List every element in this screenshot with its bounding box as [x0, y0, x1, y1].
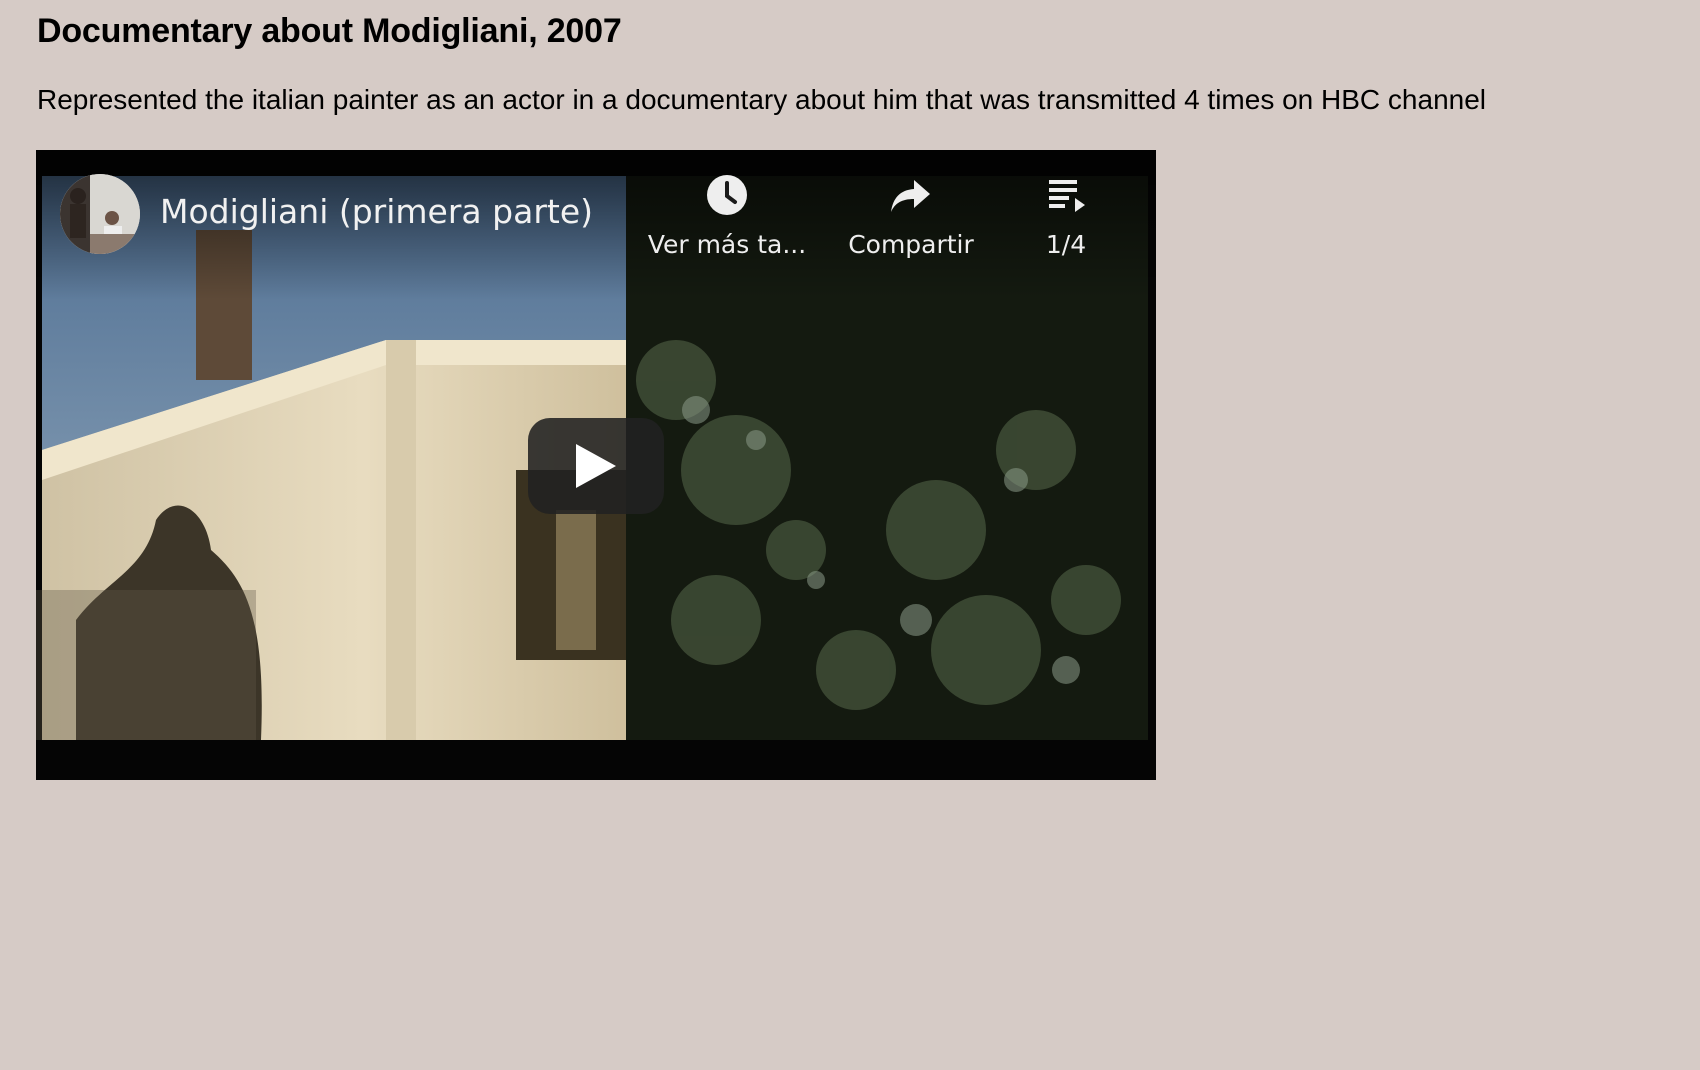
share-arrow-icon: [891, 180, 930, 212]
play-button[interactable]: [528, 418, 664, 514]
play-icon: [576, 444, 616, 488]
playlist-position: 1/4: [1045, 230, 1087, 259]
channel-avatar[interactable]: [60, 174, 140, 254]
channel-avatar-image: [60, 174, 140, 254]
video-embed[interactable]: Modigliani (primera parte) Ver más ta...…: [36, 150, 1156, 780]
video-title[interactable]: Modigliani (primera parte): [160, 192, 593, 231]
watch-later-label: Ver más ta...: [647, 230, 807, 259]
playlist-icon: [1049, 180, 1085, 212]
share-button[interactable]: Compartir: [836, 172, 986, 259]
page-description: Represented the italian painter as an ac…: [37, 84, 1487, 115]
watch-later-button[interactable]: Ver más ta...: [644, 172, 810, 259]
page: Documentary about Modigliani, 2007 Repre…: [0, 0, 1700, 1070]
playlist-button[interactable]: 1/4: [1026, 172, 1106, 259]
page-title: Documentary about Modigliani, 2007: [37, 12, 622, 50]
share-label: Compartir: [848, 230, 974, 259]
clock-icon: [707, 175, 747, 215]
